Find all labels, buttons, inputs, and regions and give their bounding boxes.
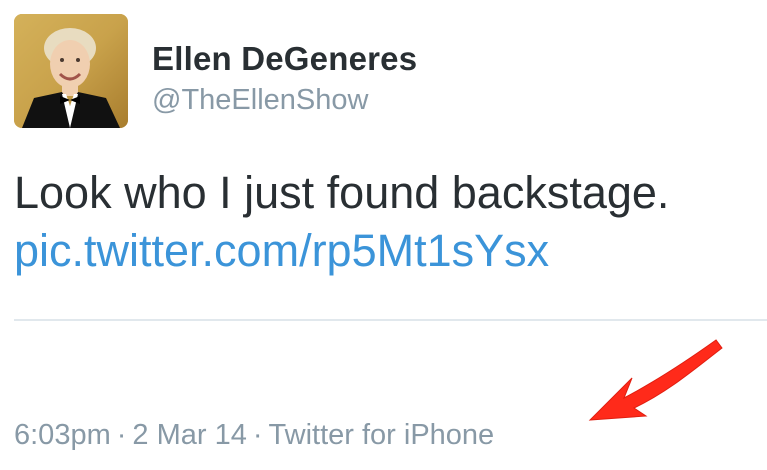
tweet-meta: 6:03pm · 2 Mar 14 · Twitter for iPhone	[14, 419, 494, 452]
tweet-time[interactable]: 6:03pm	[14, 419, 111, 451]
display-name[interactable]: Ellen DeGeneres	[152, 40, 417, 78]
tweet-body: Look who I just found backstage.	[14, 167, 670, 218]
screen-name[interactable]: @TheEllenShow	[152, 84, 368, 117]
profile-photo-icon	[14, 14, 128, 128]
red-arrow-icon	[588, 339, 723, 421]
tweet-card: Ellen DeGeneres @TheEllenShow Look who I…	[0, 0, 767, 470]
separator: ·	[116, 419, 127, 451]
divider	[14, 319, 767, 321]
tweet-text: Look who I just found backstage. pic.twi…	[14, 164, 759, 280]
tweet-source[interactable]: Twitter for iPhone	[269, 419, 495, 451]
avatar[interactable]	[14, 14, 128, 128]
separator: ·	[252, 419, 263, 451]
pic-link[interactable]: pic.twitter.com/rp5Mt1sYsx	[14, 222, 759, 280]
tweet-date[interactable]: 2 Mar 14	[132, 419, 246, 451]
